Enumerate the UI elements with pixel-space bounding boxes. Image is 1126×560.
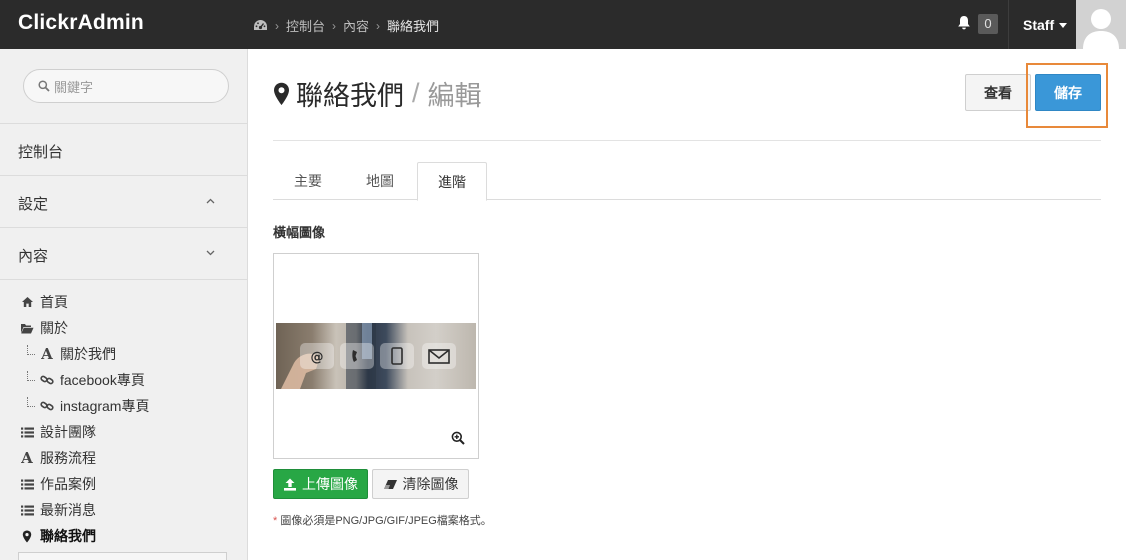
tree-item-label: 服務流程 <box>40 450 96 466</box>
tree-item-contact-us[interactable]: 聯絡我們 <box>20 526 96 546</box>
page-title: 聯絡我們 / 編輯 <box>273 74 482 113</box>
eraser-icon <box>383 479 397 489</box>
upload-image-label: 上傳圖像 <box>302 476 358 492</box>
tab-bar: 主要 地圖 進階 <box>273 162 1101 201</box>
text-page-icon: A <box>41 345 53 363</box>
tab-advanced[interactable]: 進階 <box>417 162 487 201</box>
tree-item-label: 最新消息 <box>40 502 96 518</box>
tree-item-portfolio[interactable]: 作品案例 <box>20 474 96 494</box>
dashboard-icon[interactable] <box>253 19 268 32</box>
brand-logo[interactable]: ClickrAdmin <box>18 11 144 35</box>
file-format-note: * 圖像必須是PNG/JPG/GIF/JPEG檔案格式。 <box>273 512 492 528</box>
list-icon <box>20 503 34 517</box>
tab-main[interactable]: 主要 <box>273 162 343 200</box>
list-icon <box>20 425 34 439</box>
folder-open-icon <box>20 321 34 335</box>
clear-image-label: 清除圖像 <box>402 476 459 492</box>
home-icon <box>20 295 34 309</box>
sidebar-item-content[interactable]: 內容 <box>0 228 247 280</box>
tree-item-news[interactable]: 最新消息 <box>20 500 96 520</box>
tree-item-label: 關於我們 <box>60 346 116 362</box>
sidebar-item-label: 設定 <box>18 196 49 213</box>
tree-item-label: facebook專頁 <box>60 372 145 388</box>
tree-connector <box>27 345 35 355</box>
search-icon <box>38 80 50 92</box>
avatar[interactable] <box>1076 0 1126 49</box>
svg-text:@: @ <box>311 350 324 365</box>
chevron-down-icon <box>206 250 215 256</box>
file-format-note-text: 圖像必須是PNG/JPG/GIF/JPEG檔案格式。 <box>280 515 492 527</box>
map-marker-icon <box>20 529 34 543</box>
tree-item-service-process[interactable]: A 服務流程 <box>20 448 96 468</box>
bell-icon[interactable] <box>957 15 971 34</box>
save-button[interactable]: 儲存 <box>1035 74 1101 111</box>
tree-item-facebook[interactable]: facebook專頁 <box>40 370 145 390</box>
caret-down-icon <box>1059 23 1068 28</box>
page-subtitle: 編輯 <box>427 81 482 111</box>
user-menu-label: Staff <box>1023 16 1055 33</box>
user-menu-dropdown[interactable]: Staff <box>1008 0 1076 49</box>
tree-item-label: 首頁 <box>40 294 68 310</box>
breadcrumb-separator: › <box>275 18 279 33</box>
upload-icon <box>284 478 296 491</box>
upload-image-button[interactable]: 上傳圖像 <box>273 469 368 499</box>
search-box[interactable] <box>23 69 229 103</box>
top-navbar: ClickrAdmin › 控制台 › 內容 › 聯絡我們 0 Staff <box>0 0 1126 49</box>
sidebar-item-label: 內容 <box>18 248 49 265</box>
sidebar-footer-box <box>18 552 227 560</box>
header-divider <box>273 140 1101 141</box>
map-marker-icon <box>273 82 290 106</box>
sidebar: 控制台 設定 內容 首頁 關於 A 關於我們 facebook專頁 <box>0 49 248 560</box>
tree-item-label: instagram專頁 <box>60 398 150 414</box>
list-icon <box>20 477 34 491</box>
notification-count-badge[interactable]: 0 <box>978 14 998 34</box>
tree-item-instagram[interactable]: instagram專頁 <box>40 396 149 416</box>
clear-image-button[interactable]: 清除圖像 <box>372 469 469 499</box>
breadcrumb-separator: › <box>376 18 381 33</box>
breadcrumb-separator: › <box>332 18 337 33</box>
tree-item-label: 關於 <box>40 320 68 336</box>
breadcrumb-item-dashboard[interactable]: 控制台 <box>286 16 325 35</box>
breadcrumb-item-current: 聯絡我們 <box>387 19 440 34</box>
banner-image-label: 橫幅圖像 <box>273 225 326 240</box>
tab-map[interactable]: 地圖 <box>345 162 415 200</box>
breadcrumb-item-content[interactable]: 內容 <box>343 16 369 35</box>
banner-image: @ <box>276 323 476 389</box>
tree-item-about[interactable]: 關於 <box>20 318 68 338</box>
required-asterisk: * <box>273 515 278 527</box>
tree-connector <box>27 371 35 381</box>
page-title-text: 聯絡我們 <box>296 81 404 111</box>
text-page-icon: A <box>21 449 33 467</box>
breadcrumb: › 控制台 › 內容 › 聯絡我們 <box>253 16 439 35</box>
zoom-in-icon[interactable] <box>451 431 465 448</box>
sidebar-item-label: 控制台 <box>18 144 64 161</box>
tree-item-home[interactable]: 首頁 <box>20 292 68 312</box>
view-button[interactable]: 查看 <box>965 74 1031 111</box>
tree-item-design-team[interactable]: 設計團隊 <box>20 422 96 442</box>
chevron-up-icon <box>206 198 215 204</box>
tree-item-about-us[interactable]: A 關於我們 <box>40 344 116 364</box>
sidebar-item-settings[interactable]: 設定 <box>0 176 247 228</box>
banner-image-preview[interactable]: @ <box>273 253 479 459</box>
title-separator: / <box>412 78 420 108</box>
link-icon <box>40 399 54 413</box>
tree-item-label: 聯絡我們 <box>40 528 96 544</box>
search-input[interactable] <box>54 78 219 96</box>
link-icon <box>40 373 54 387</box>
sidebar-item-dashboard[interactable]: 控制台 <box>0 124 247 176</box>
sidebar-search-area <box>0 49 247 124</box>
tree-item-label: 作品案例 <box>40 476 96 492</box>
tree-connector <box>27 397 35 407</box>
tree-item-label: 設計團隊 <box>40 424 96 440</box>
